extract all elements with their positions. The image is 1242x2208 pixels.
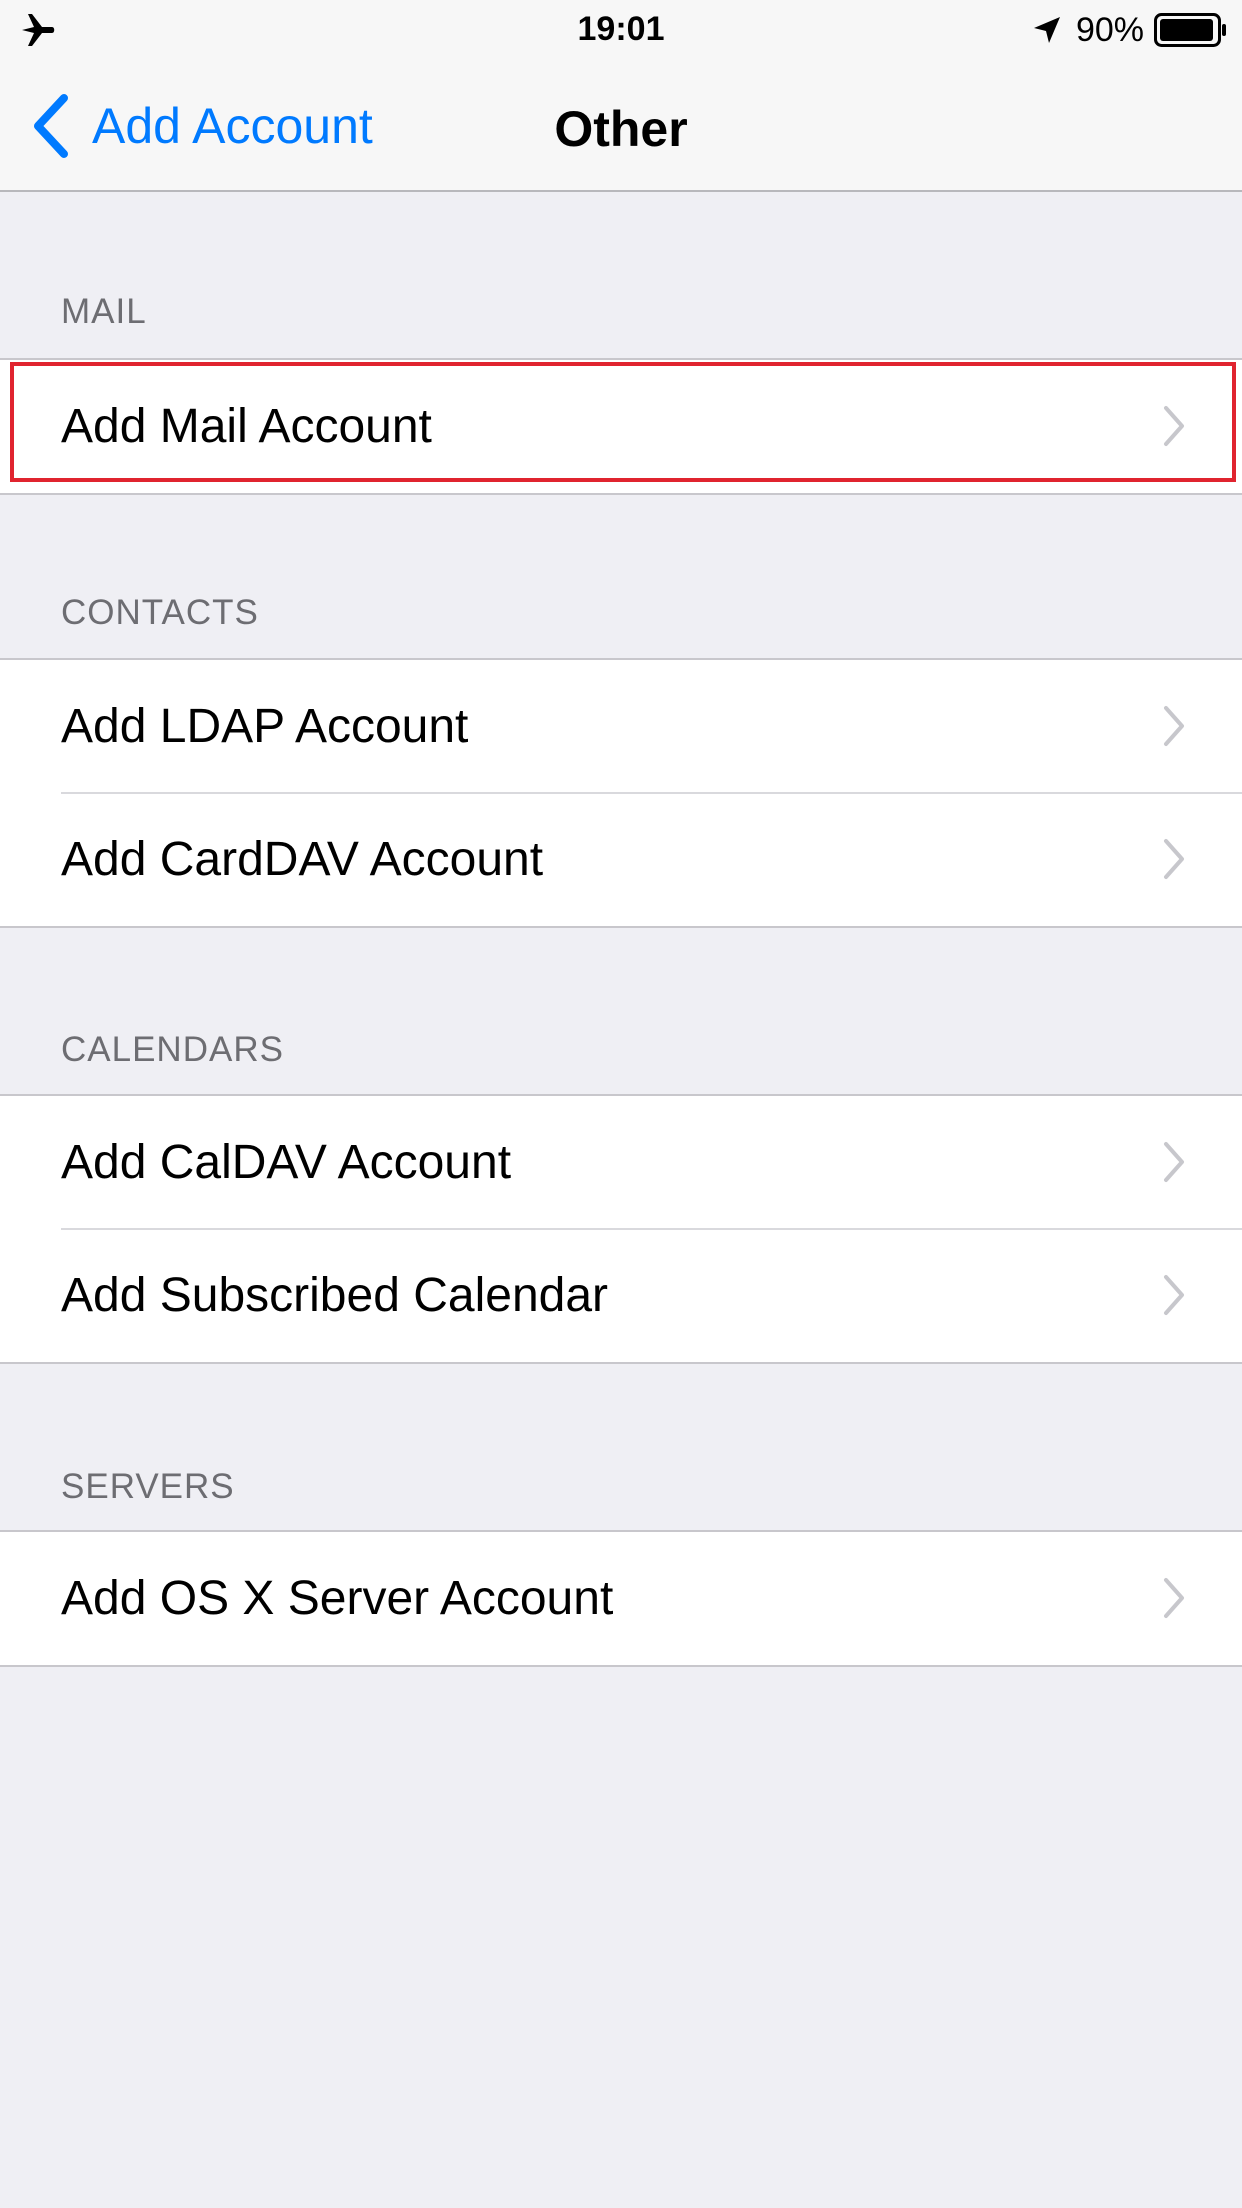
row-label: Add OS X Server Account bbox=[61, 1572, 614, 1625]
status-right: 90% bbox=[1030, 10, 1228, 50]
chevron-right-icon bbox=[1164, 839, 1184, 879]
row-add-subscribed-calendar[interactable]: Add Subscribed Calendar bbox=[0, 1228, 1242, 1362]
row-add-ldap-account[interactable]: Add LDAP Account bbox=[0, 660, 1242, 793]
battery-percent: 90% bbox=[1075, 10, 1144, 49]
chevron-right-icon bbox=[1164, 1275, 1184, 1315]
group-calendars: Add CalDAV Account Add Subscribed Calend… bbox=[0, 1094, 1242, 1364]
page-title: Other bbox=[554, 101, 688, 157]
row-add-carddav-account[interactable]: Add CardDAV Account bbox=[0, 792, 1242, 926]
chevron-right-icon bbox=[1164, 406, 1184, 446]
row-label: Add Mail Account bbox=[61, 400, 432, 453]
chevron-right-icon bbox=[1164, 1142, 1184, 1182]
section-header-contacts: CONTACTS bbox=[61, 593, 259, 632]
group-servers: Add OS X Server Account bbox=[0, 1530, 1242, 1667]
row-add-mail-account[interactable]: Add Mail Account bbox=[0, 360, 1242, 493]
chevron-right-icon bbox=[1164, 1578, 1184, 1618]
row-label: Add LDAP Account bbox=[61, 700, 469, 753]
chevron-right-icon bbox=[1164, 706, 1184, 746]
row-label: Add CalDAV Account bbox=[61, 1136, 512, 1189]
group-mail: Add Mail Account bbox=[0, 358, 1242, 495]
row-add-os-x-server-account[interactable]: Add OS X Server Account bbox=[0, 1532, 1242, 1665]
row-label: Add CardDAV Account bbox=[61, 833, 544, 886]
navigation-bar: Add Account Other bbox=[0, 60, 1242, 192]
location-arrow-icon bbox=[1033, 17, 1060, 43]
status-bar: 19:01 90% bbox=[0, 0, 1242, 60]
section-header-calendars: CALENDARS bbox=[61, 1030, 284, 1069]
section-header-mail: MAIL bbox=[61, 292, 147, 331]
row-label: Add Subscribed Calendar bbox=[61, 1269, 609, 1322]
battery-icon bbox=[1154, 13, 1226, 47]
section-header-servers: SERVERS bbox=[61, 1467, 235, 1506]
row-add-caldav-account[interactable]: Add CalDAV Account bbox=[0, 1096, 1242, 1229]
group-contacts: Add LDAP Account Add CardDAV Account bbox=[0, 658, 1242, 928]
